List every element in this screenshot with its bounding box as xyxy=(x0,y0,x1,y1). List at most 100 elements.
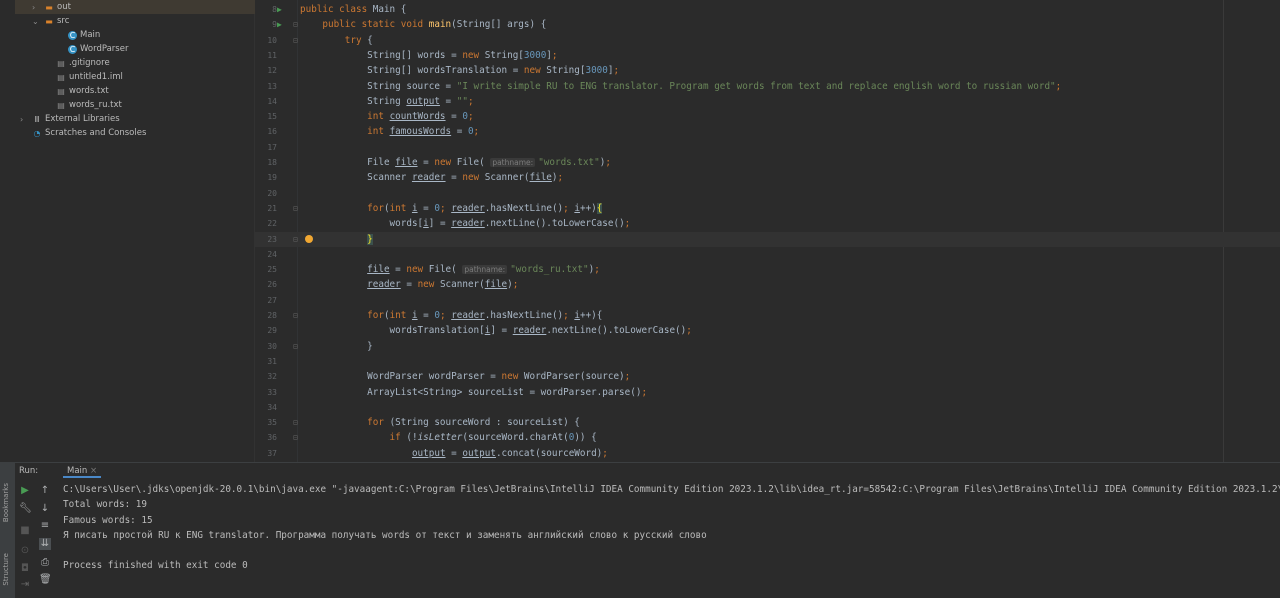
line-number: 27 xyxy=(267,295,277,305)
code-line[interactable]: 17 xyxy=(255,140,1280,155)
fold-icon[interactable]: ⊟ xyxy=(293,415,298,430)
code-line[interactable]: 21 ⊟ for(int i = 0; reader.hasNextLine();… xyxy=(255,201,1280,216)
code-line[interactable]: 8 ▶ public class Main { xyxy=(255,2,1280,17)
code-line[interactable]: 11 String[] words = new String[3000]; xyxy=(255,48,1280,63)
code-line[interactable]: 33 ArrayList<String> sourceList = wordPa… xyxy=(255,385,1280,400)
code-line[interactable]: 36 ⊟ if (!isLetter(sourceWord.charAt(0)) … xyxy=(255,430,1280,445)
code-token: new xyxy=(462,49,485,61)
tree-item-label: External Libraries xyxy=(45,114,120,124)
bookmarks-tab[interactable]: Bookmarks xyxy=(2,483,10,522)
project-tree-item[interactable]: ▤ .gitignore xyxy=(15,56,109,70)
code-line[interactable]: 19 Scanner reader = new Scanner(file); xyxy=(255,170,1280,185)
code-line[interactable]: 25 file = new File( pathname: "words_ru.t… xyxy=(255,262,1280,277)
arrow-up-icon[interactable]: ↑ xyxy=(39,485,51,497)
fold-icon[interactable]: ⊟ xyxy=(293,308,298,323)
code-line[interactable]: 28 ⊟ for(int i = 0; reader.hasNextLine();… xyxy=(255,308,1280,323)
code-line[interactable]: 15 int countWords = 0; xyxy=(255,109,1280,124)
camera-icon[interactable]: ◘ xyxy=(19,563,31,575)
console-output[interactable]: C:\Users\User\.jdks\openjdk-20.0.1\bin\j… xyxy=(63,482,1280,574)
code-token: "" xyxy=(456,95,468,107)
code-line[interactable]: 14 String output = ""; xyxy=(255,94,1280,109)
code-token: ; xyxy=(467,95,474,107)
code-token: ; xyxy=(594,264,600,276)
code-line[interactable]: 35 ⊟ for (String sourceWord : sourceList)… xyxy=(255,415,1280,430)
code-line[interactable]: 18 File file = new File( pathname: "words… xyxy=(255,155,1280,170)
line-number: 11 xyxy=(267,50,277,60)
code-line[interactable]: 24 xyxy=(255,247,1280,262)
code-line[interactable]: 26 reader = new Scanner(file); xyxy=(255,277,1280,292)
arrow-down-icon[interactable]: ↓ xyxy=(39,503,51,515)
code-token: file xyxy=(395,157,418,168)
code-line[interactable]: 10 ⊟ try { xyxy=(255,33,1280,48)
code-token: { xyxy=(367,34,373,46)
code-line[interactable]: 37 output = output.concat(sourceWord); xyxy=(255,446,1280,461)
code-token: file xyxy=(529,172,552,184)
tab-main[interactable]: Main × xyxy=(63,466,102,478)
code-line[interactable]: 27 xyxy=(255,293,1280,308)
code-token: reader xyxy=(367,279,401,291)
code-token: ; xyxy=(641,386,648,398)
wrench-icon[interactable]: 🔧︎ xyxy=(19,503,32,515)
code-token: = xyxy=(417,202,435,214)
chevron-down-icon[interactable]: ⌄ xyxy=(32,17,42,26)
code-text: for (String sourceWord : sourceList) { xyxy=(300,415,580,430)
camera-icon[interactable]: ⊙ xyxy=(19,545,31,557)
close-icon[interactable]: × xyxy=(90,466,97,476)
rerun-icon[interactable]: ▶ xyxy=(19,485,31,497)
fold-icon[interactable]: ⊟ xyxy=(293,201,298,216)
print-icon[interactable]: ⎙ xyxy=(39,557,51,569)
code-line[interactable]: 29 wordsTranslation[i] = reader.nextLine… xyxy=(255,323,1280,338)
code-text: words[i] = reader.nextLine().toLowerCase… xyxy=(300,216,631,231)
project-tree-item[interactable]: › ▬ out xyxy=(15,0,255,14)
code-line[interactable]: 12 String[] wordsTranslation = new Strin… xyxy=(255,63,1280,78)
code-text: wordsTranslation[i] = reader.nextLine().… xyxy=(300,323,692,338)
fold-icon[interactable]: ⊟ xyxy=(293,430,298,445)
code-token: String xyxy=(300,95,407,107)
code-line[interactable]: 13 String source = "I write simple RU to… xyxy=(255,79,1280,94)
console-line: C:\Users\User\.jdks\openjdk-20.0.1\bin\j… xyxy=(63,484,1280,495)
code-editor[interactable]: 8 ▶ public class Main {9 ▶ ⊟ public static v… xyxy=(255,0,1280,462)
fold-icon[interactable]: ⊟ xyxy=(293,232,298,247)
fold-icon[interactable]: ⊟ xyxy=(293,17,298,32)
chevron-right-icon[interactable]: › xyxy=(32,3,42,12)
chevron-right-icon[interactable]: › xyxy=(20,115,30,124)
fold-icon[interactable]: ⊟ xyxy=(293,339,298,354)
project-tree-item[interactable]: ▤ words.txt xyxy=(15,84,109,98)
project-tree-item[interactable]: ⌄ ▬ src xyxy=(15,14,69,28)
code-token: "words_ru.txt" xyxy=(510,264,589,276)
project-tree-item[interactable]: › Ⅲ External Libraries xyxy=(15,112,120,126)
code-line[interactable]: 34 xyxy=(255,400,1280,415)
tree-item-label: out xyxy=(57,2,71,12)
run-gutter-icon[interactable]: ▶ xyxy=(277,17,282,32)
code-token: ; xyxy=(557,172,564,184)
run-gutter-icon[interactable]: ▶ xyxy=(277,2,282,17)
trash-icon[interactable]: 🗑︎ xyxy=(39,574,52,586)
soft-wrap-icon[interactable]: ≡ xyxy=(39,520,51,532)
code-line[interactable]: 16 int famousWords = 0; xyxy=(255,124,1280,139)
code-token: ; xyxy=(605,157,611,168)
code-line[interactable]: 23 ⊟ } xyxy=(255,231,1280,247)
code-token: ; xyxy=(473,126,480,138)
code-line[interactable]: 30 ⊟ } xyxy=(255,339,1280,354)
code-line[interactable]: 22 words[i] = reader.nextLine().toLowerC… xyxy=(255,216,1280,231)
project-tree-item[interactable]: C WordParser xyxy=(15,42,128,56)
code-line[interactable]: 32 WordParser wordParser = new WordParse… xyxy=(255,369,1280,384)
code-line[interactable]: 20 xyxy=(255,186,1280,201)
exit-icon[interactable]: ⇥ xyxy=(19,579,31,591)
project-tree-item[interactable]: ◔ Scratches and Consoles xyxy=(15,126,147,140)
project-tree-item[interactable]: ▤ untitled1.iml xyxy=(15,70,123,84)
run-label: Run: xyxy=(19,466,39,476)
project-tree-item[interactable]: C Main xyxy=(15,28,100,42)
code-line[interactable]: 9 ▶ ⊟ public static void main(String[] arg… xyxy=(255,17,1280,32)
code-token: Scanner( xyxy=(484,172,530,184)
code-token: public class xyxy=(300,4,373,15)
structure-tab[interactable]: Structure xyxy=(2,553,10,586)
fold-icon[interactable]: ⊟ xyxy=(293,33,298,48)
scroll-to-end-icon[interactable]: ⇊ xyxy=(39,538,51,550)
project-tree-item[interactable]: ▤ words_ru.txt xyxy=(15,98,122,112)
stop-icon[interactable]: ■ xyxy=(19,525,31,537)
code-line[interactable]: 31 xyxy=(255,354,1280,369)
